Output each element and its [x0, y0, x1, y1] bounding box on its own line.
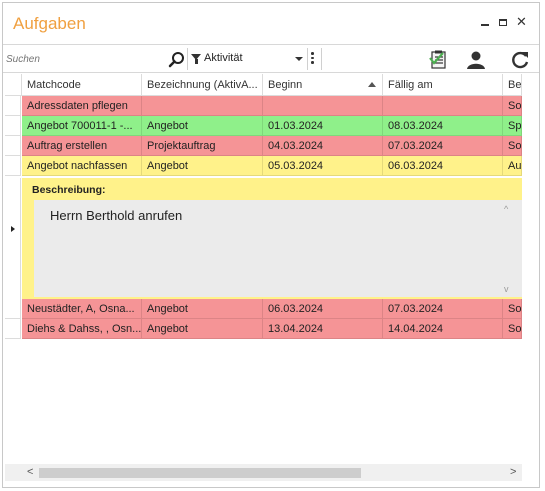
row-indicator [5, 136, 21, 156]
cell-faellig: 14.04.2024 [383, 319, 503, 339]
cell-beginn: 04.03.2024 [263, 136, 383, 156]
description-textarea[interactable]: Herrn Berthold anrufen ^ v [34, 200, 522, 297]
cell-beginn: 01.03.2024 [263, 116, 383, 136]
cell-be: Sof [503, 299, 522, 319]
search-icon[interactable] [168, 51, 186, 69]
row-indicator [5, 299, 21, 319]
cell-beginn: 05.03.2024 [263, 156, 383, 176]
table-row[interactable]: Neustädter, A, Osna... Angebot 06.03.202… [5, 299, 522, 319]
description-text: Herrn Berthold anrufen [50, 208, 183, 223]
row-indicator-header [5, 74, 22, 96]
cell-matchcode: Angebot 700011-1 -... [22, 116, 142, 136]
cell-bezeichnung: Angebot [142, 156, 263, 176]
cell-faellig [383, 96, 503, 116]
cell-bezeichnung: Angebot [142, 116, 263, 136]
table-row[interactable]: Angebot 700011-1 -... Angebot 01.03.2024… [5, 116, 522, 136]
activity-filter-dropdown[interactable]: Aktivität [189, 49, 307, 69]
cell-be: Sof [503, 136, 522, 156]
cell-matchcode: Angebot nachfassen [22, 156, 142, 176]
cell-bezeichnung [142, 96, 263, 116]
column-header-bezeichnung[interactable]: Bezeichnung (AktivA... [142, 74, 263, 96]
window-title: Aufgaben [13, 14, 86, 33]
toolbar-divider [321, 48, 322, 70]
column-header-be[interactable]: Be [503, 74, 522, 96]
cell-be: Spä [503, 116, 522, 136]
search-box [6, 49, 186, 69]
cell-be: Sof [503, 319, 522, 339]
table-row[interactable]: Diehs & Dahss, , Osn... Angebot 13.04.20… [5, 319, 522, 339]
current-row-arrow-icon [11, 226, 15, 232]
maximize-icon [499, 19, 507, 26]
scrollbar-thumb[interactable] [39, 468, 361, 478]
minimize-icon [481, 24, 489, 26]
column-header-matchcode[interactable]: Matchcode [22, 74, 142, 96]
title-bar: Aufgaben ✕ [3, 3, 539, 43]
cell-beginn: 13.04.2024 [263, 319, 383, 339]
filter-label: Aktivität [204, 52, 243, 64]
horizontal-scrollbar[interactable]: < > [5, 464, 522, 481]
cell-matchcode: Adressdaten pflegen [22, 96, 142, 116]
toolbar-divider [187, 48, 188, 70]
cell-faellig: 07.03.2024 [383, 299, 503, 319]
cell-faellig: 06.03.2024 [383, 156, 503, 176]
cell-matchcode: Auftrag erstellen [22, 136, 142, 156]
cell-faellig: 08.03.2024 [383, 116, 503, 136]
scroll-right-icon[interactable]: > [510, 466, 516, 478]
row-detail-panel: Beschreibung: Herrn Berthold anrufen ^ v [5, 178, 522, 299]
sort-ascending-icon [368, 82, 376, 87]
row-indicator [5, 178, 21, 299]
row-indicator [5, 156, 21, 176]
row-indicator [5, 96, 21, 116]
cell-bezeichnung: Angebot [142, 319, 263, 339]
row-indicator [5, 116, 21, 136]
task-grid: Matchcode Bezeichnung (AktivA... Beginn … [5, 74, 522, 464]
cell-faellig: 07.03.2024 [383, 136, 503, 156]
cell-matchcode: Diehs & Dahss, , Osn... [22, 319, 142, 339]
close-button[interactable]: ✕ [516, 15, 527, 29]
refresh-icon[interactable] [509, 49, 531, 71]
user-icon[interactable] [465, 49, 487, 71]
more-options-icon[interactable] [311, 52, 315, 66]
checklist-icon[interactable] [427, 49, 449, 71]
column-header-beginn[interactable]: Beginn [263, 74, 383, 96]
table-row-selected[interactable]: Angebot nachfassen Angebot 05.03.2024 06… [5, 156, 522, 176]
table-row[interactable]: Adressdaten pflegen Sof [5, 96, 522, 116]
column-header-faellig[interactable]: Fällig am [383, 74, 503, 96]
detail-body: Beschreibung: Herrn Berthold anrufen ^ v [22, 178, 522, 299]
toolbar-divider [307, 48, 308, 70]
scroll-left-icon[interactable]: < [27, 466, 33, 478]
table-row[interactable]: Auftrag erstellen Projektauftrag 04.03.2… [5, 136, 522, 156]
cell-matchcode: Neustädter, A, Osna... [22, 299, 142, 319]
row-indicator [5, 319, 21, 339]
chevron-down-icon [295, 57, 303, 61]
search-input[interactable] [6, 49, 166, 69]
cell-beginn [263, 96, 383, 116]
column-header-label: Beginn [268, 79, 303, 91]
description-label: Beschreibung: [32, 184, 106, 196]
cell-bezeichnung: Projektauftrag [142, 136, 263, 156]
toolbar: Aktivität [3, 44, 539, 73]
minimize-button[interactable] [481, 15, 489, 29]
aufgaben-window: Aufgaben ✕ Aktivität [2, 2, 540, 488]
cell-bezeichnung: Angebot [142, 299, 263, 319]
scroll-down-icon[interactable]: v [504, 284, 509, 294]
cell-beginn: 06.03.2024 [263, 299, 383, 319]
maximize-button[interactable] [499, 15, 507, 29]
filter-icon [191, 54, 201, 64]
scroll-up-icon[interactable]: ^ [504, 204, 508, 214]
cell-be: Auf [503, 156, 522, 176]
cell-be: Sof [503, 96, 522, 116]
